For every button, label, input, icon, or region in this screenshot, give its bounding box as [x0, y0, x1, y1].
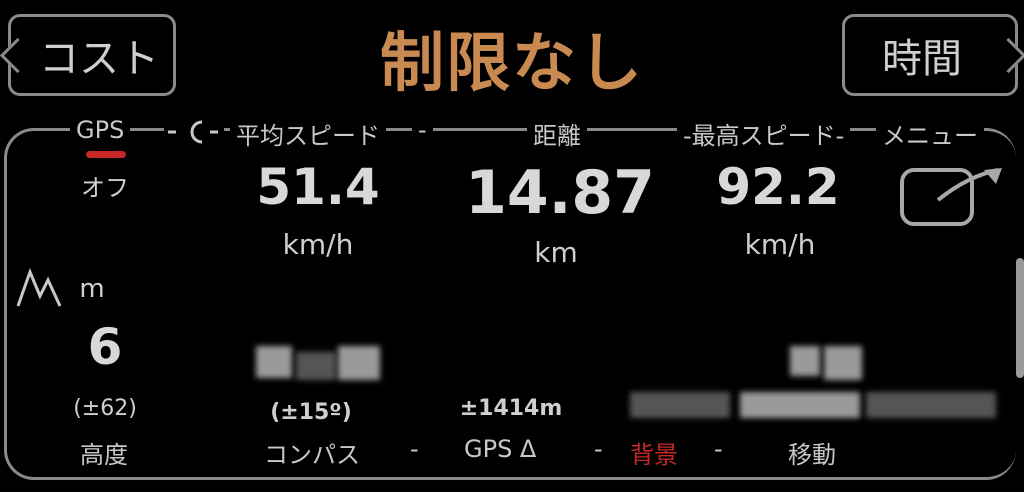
chevron-right-icon: [990, 37, 1024, 74]
move-reading-obscured: [630, 392, 730, 418]
move-reading-obscured: [866, 392, 996, 418]
time-button-label: 時間: [882, 36, 962, 82]
time-button[interactable]: 時間: [842, 14, 1024, 96]
compass-reading-obscured: [256, 346, 292, 378]
scrollbar[interactable]: [1016, 258, 1024, 378]
max-speed-unit: km/h: [744, 228, 816, 261]
background-label[interactable]: 背景: [624, 435, 684, 470]
move-label[interactable]: 移動: [782, 435, 842, 470]
share-arrow-icon[interactable]: [898, 164, 1008, 228]
page-title: 制限なし: [380, 27, 644, 101]
max-speed-value: 92.2: [716, 158, 840, 216]
distance-unit: km: [534, 236, 578, 269]
cost-button[interactable]: コスト: [0, 14, 176, 96]
gps-label[interactable]: GPS: [70, 116, 131, 144]
compass-accuracy: (±15º): [270, 400, 352, 425]
menu-label[interactable]: メニュー: [876, 116, 984, 151]
max-speed-label: -最高スピード-: [677, 116, 851, 151]
gps-status-indicator: [86, 151, 126, 158]
mountain-icon: [16, 266, 64, 310]
cost-button-label: コスト: [39, 36, 159, 82]
avg-speed-value: 51.4: [256, 158, 380, 216]
gps-delta-label[interactable]: GPS Δ: [458, 435, 543, 463]
gps-delta-value: ±1414m: [459, 396, 563, 421]
compass-label[interactable]: コンパス: [258, 435, 366, 470]
altitude-unit: m: [79, 274, 105, 304]
distance-label: 距離: [527, 116, 587, 151]
distance-value: 14.87: [465, 158, 655, 228]
altitude-accuracy: (±62): [73, 396, 137, 421]
altitude-value: 6: [87, 318, 123, 376]
compass-reading-obscured: [338, 346, 380, 380]
separator: -: [708, 435, 729, 463]
gps-status: オフ: [81, 174, 129, 202]
compass-reading-obscured: [296, 352, 336, 380]
altitude-label[interactable]: 高度: [74, 435, 134, 470]
separator: -: [588, 435, 609, 463]
chevron-left-icon: [0, 37, 36, 74]
avg-speed-label: 平均スピード: [230, 116, 386, 151]
avg-speed-unit: km/h: [282, 228, 354, 261]
move-reading-obscured: [740, 392, 860, 418]
separator: -: [412, 116, 433, 144]
separator: -: [404, 435, 425, 463]
move-reading-obscured: [824, 346, 862, 380]
moon-icon[interactable]: [164, 118, 224, 146]
move-reading-obscured: [790, 346, 820, 376]
